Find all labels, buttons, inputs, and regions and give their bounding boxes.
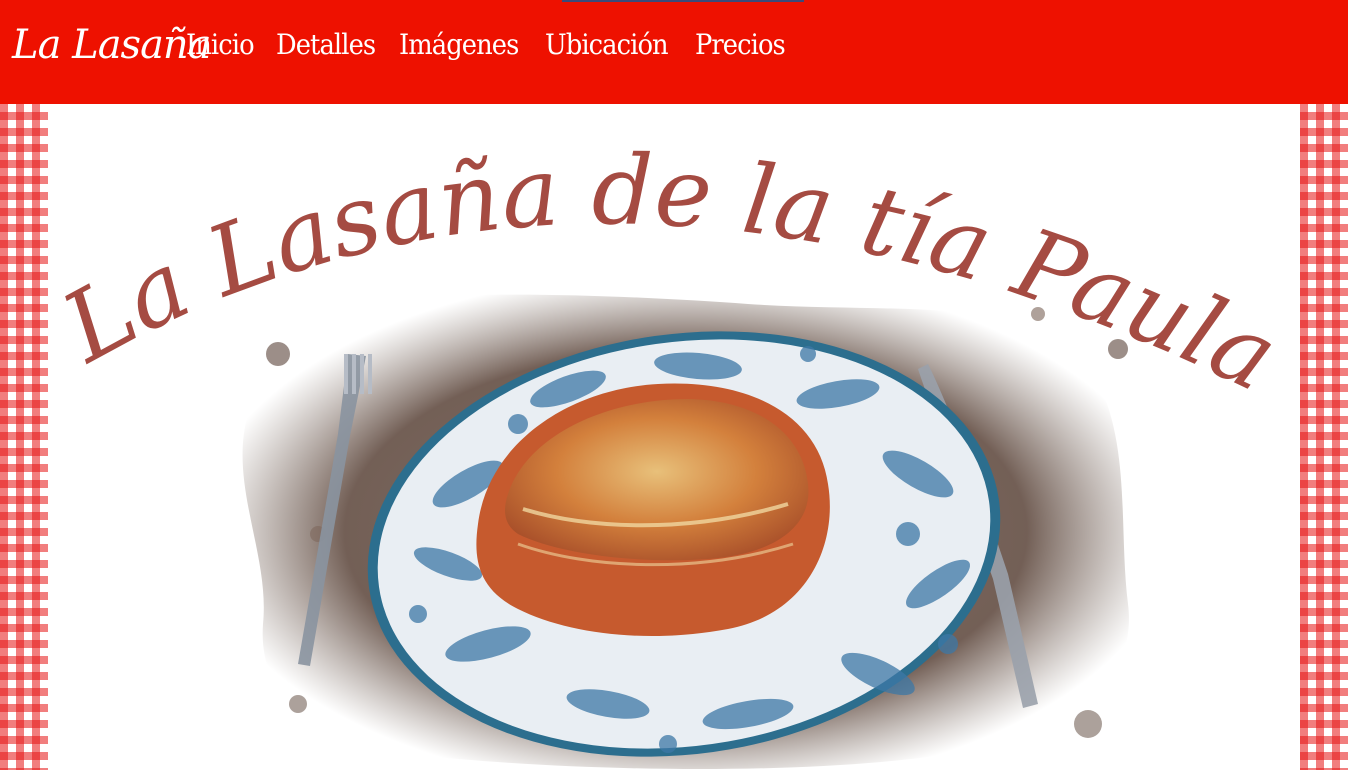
hero-section: La Lasaña de la tía Paula xyxy=(48,104,1300,770)
nav-link-imagenes[interactable]: Imágenes xyxy=(399,28,519,61)
nav-link-precios[interactable]: Precios xyxy=(695,28,786,61)
gingham-border-right xyxy=(1300,104,1348,770)
gingham-border-left xyxy=(0,104,48,770)
nav-link-detalles[interactable]: Detalles xyxy=(276,28,376,61)
nav-link-ubicacion[interactable]: Ubicación xyxy=(545,28,669,61)
nav-links: Inicio Detalles Imágenes Ubicación Preci… xyxy=(186,28,792,61)
brand-logo-link[interactable]: La Lasaña xyxy=(12,22,212,68)
nav-indicator xyxy=(562,0,804,2)
hero-illustration: La Lasaña de la tía Paula xyxy=(48,134,1294,770)
navbar: La Lasaña Inicio Detalles Imágenes Ubica… xyxy=(0,0,1348,104)
nav-link-inicio[interactable]: Inicio xyxy=(186,28,255,61)
